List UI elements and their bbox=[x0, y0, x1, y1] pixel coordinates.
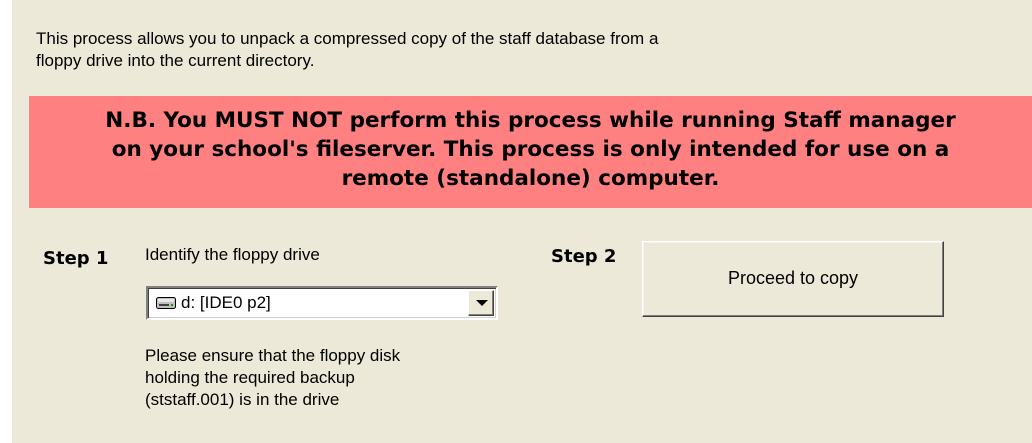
backup-restore-panel: This process allows you to unpack a comp… bbox=[12, 0, 1032, 443]
intro-text: This process allows you to unpack a comp… bbox=[36, 28, 856, 72]
chevron-down-icon bbox=[476, 300, 488, 306]
warning-banner: N.B. You MUST NOT perform this process w… bbox=[29, 96, 1032, 208]
intro-line: This process allows you to unpack a comp… bbox=[36, 29, 659, 48]
note-line: holding the required backup bbox=[145, 368, 355, 387]
warning-line: remote (standalone) computer. bbox=[341, 166, 720, 191]
step1-note: Please ensure that the floppy disk holdi… bbox=[145, 345, 465, 411]
note-line: (ststaff.001) is in the drive bbox=[145, 390, 340, 409]
intro-line: floppy drive into the current directory. bbox=[36, 51, 315, 70]
drive-select-value: d: [IDE0 p2] bbox=[181, 293, 271, 312]
note-line: Please ensure that the floppy disk bbox=[145, 346, 401, 365]
step1-instruction: Identify the floppy drive bbox=[145, 245, 320, 264]
step1-label: Step 1 bbox=[43, 248, 109, 269]
warning-line: N.B. You MUST NOT perform this process w… bbox=[105, 108, 956, 133]
drive-icon bbox=[156, 297, 176, 309]
proceed-to-copy-button[interactable]: Proceed to copy bbox=[642, 241, 944, 317]
floppy-drive-select[interactable]: d: [IDE0 p2] bbox=[146, 286, 498, 320]
warning-line: on your school's fileserver. This proces… bbox=[111, 137, 950, 162]
step2-label: Step 2 bbox=[551, 246, 617, 267]
dropdown-button[interactable] bbox=[468, 290, 494, 316]
